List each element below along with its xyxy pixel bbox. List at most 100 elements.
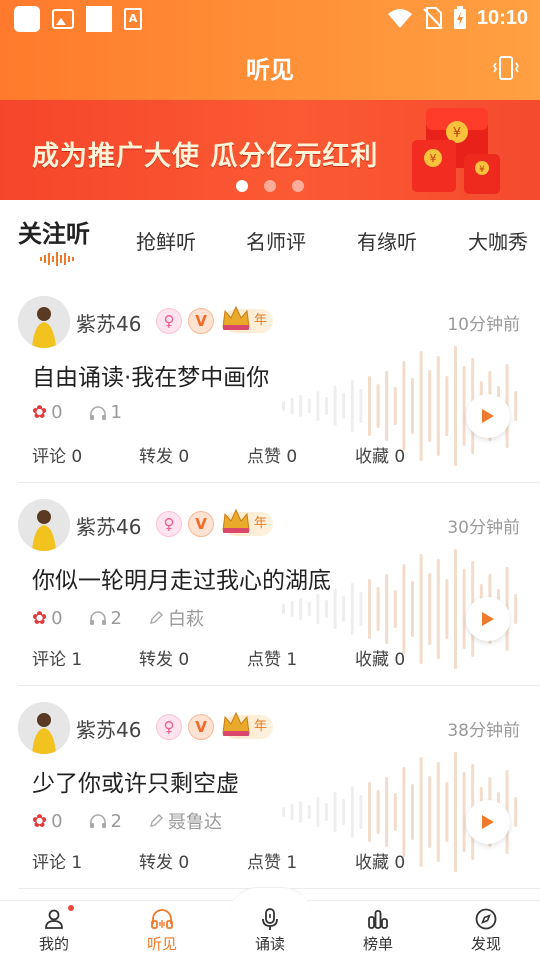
waveform-bar xyxy=(462,772,466,852)
waveform-bar xyxy=(514,797,518,827)
favorite-button[interactable]: 收藏 0 xyxy=(355,848,405,873)
play-button[interactable] xyxy=(466,597,510,641)
waveform-bar xyxy=(299,801,303,823)
waveform-bar xyxy=(462,366,466,446)
nav-mine[interactable]: 我的 xyxy=(0,901,108,960)
waveform-bar xyxy=(514,391,518,421)
comment-button[interactable]: 评论 1 xyxy=(32,848,82,873)
compass-icon xyxy=(475,908,497,930)
verified-icon: V xyxy=(188,511,214,537)
waveform-bar xyxy=(368,376,371,436)
store-notification-icon: A xyxy=(124,8,142,30)
waveform-bar xyxy=(325,600,328,618)
favorite-button[interactable]: 收藏 0 xyxy=(355,645,405,670)
waveform-bar xyxy=(290,804,294,820)
play-icon xyxy=(482,612,494,626)
play-button[interactable] xyxy=(466,800,510,844)
pagination-dot[interactable] xyxy=(264,180,276,192)
waveform-bar xyxy=(436,356,440,456)
share-button[interactable]: 转发 0 xyxy=(139,645,189,670)
bottom-navigation: 我的 听见 诵读 榜单 发现 xyxy=(0,887,540,960)
play-icon xyxy=(482,409,494,423)
banner-text: 成为推广大使 瓜分亿元红利 xyxy=(32,141,379,172)
reviewer[interactable]: 聂鲁达 xyxy=(148,808,222,834)
pagination-dot[interactable] xyxy=(236,180,248,192)
feed-card[interactable]: 紫苏46 ♀ V 年 10分钟前 自由诵读·我在梦中画你 ✿ 0 1 评论 0 转… xyxy=(18,280,540,483)
waveform-bar xyxy=(299,598,303,620)
username[interactable]: 紫苏46 xyxy=(76,308,141,337)
nav-ranking[interactable]: 榜单 xyxy=(324,901,432,960)
notification-square-icon xyxy=(86,6,112,32)
comment-button[interactable]: 评论 1 xyxy=(32,645,82,670)
post-title[interactable]: 自由诵读·我在梦中画你 xyxy=(32,358,269,392)
waveform-bar xyxy=(359,389,363,423)
comment-button[interactable]: 评论 0 xyxy=(32,442,82,467)
avatar[interactable] xyxy=(18,702,70,754)
battery-charging-icon xyxy=(453,6,466,29)
tab-teacher-review[interactable]: 名师评 xyxy=(246,226,306,255)
waveform-bar xyxy=(333,386,337,426)
annual-member-badge: 年 xyxy=(222,711,274,739)
waveform-bar xyxy=(282,401,285,411)
waveform-bar xyxy=(342,799,346,825)
verified-icon: V xyxy=(188,714,214,740)
avatar[interactable] xyxy=(18,296,70,348)
waveform-bar xyxy=(376,587,380,631)
share-button[interactable]: 转发 0 xyxy=(139,848,189,873)
post-title[interactable]: 少了你或许只剩空虚 xyxy=(32,764,239,798)
waveform-bar xyxy=(402,767,406,857)
waveform-bar xyxy=(359,795,363,829)
favorite-button[interactable]: 收藏 0 xyxy=(355,442,405,467)
username[interactable]: 紫苏46 xyxy=(76,511,141,540)
nav-recite[interactable]: 诵读 xyxy=(216,901,324,960)
waveform-bar xyxy=(402,564,406,654)
play-button[interactable] xyxy=(466,394,510,438)
clock: 10:10 xyxy=(476,6,528,29)
feed-card[interactable]: 紫苏46 ♀ V 年 38分钟前 少了你或许只剩空虚 ✿ 0 2 聂鲁达 评论 1… xyxy=(18,686,540,889)
like-button[interactable]: 点赞 1 xyxy=(247,645,297,670)
feed-card[interactable]: 紫苏46 ♀ V 年 30分钟前 你似一轮明月走过我心的湖底 ✿ 0 2 白萩 评… xyxy=(18,483,540,686)
nav-listen[interactable]: 听见 xyxy=(108,901,216,960)
waveform-bar xyxy=(325,803,328,821)
tab-fresh[interactable]: 抢鲜听 xyxy=(136,226,196,255)
like-button[interactable]: 点赞 1 xyxy=(247,848,297,873)
avatar[interactable] xyxy=(18,499,70,551)
waveform-bar xyxy=(402,361,406,451)
flower-count: ✿ 0 xyxy=(32,402,63,423)
post-title[interactable]: 你似一轮明月走过我心的湖底 xyxy=(32,561,331,595)
waveform-bar xyxy=(342,596,346,622)
tab-stars[interactable]: 大咖秀 xyxy=(468,226,528,255)
username[interactable]: 紫苏46 xyxy=(76,714,141,743)
promo-banner[interactable]: 成为推广大使 瓜分亿元红利 ¥ ¥ ¥ xyxy=(0,100,540,200)
listen-count: 2 xyxy=(89,608,122,629)
waveform-bar xyxy=(376,384,380,428)
waveform-bar xyxy=(393,387,397,425)
vibrate-icon[interactable] xyxy=(492,54,520,82)
person-icon xyxy=(45,909,63,929)
waveform-bar xyxy=(445,782,449,842)
waveform-bar xyxy=(385,777,389,847)
tab-fate[interactable]: 有缘听 xyxy=(357,226,417,255)
waveform-bar xyxy=(282,807,285,817)
female-icon: ♀ xyxy=(156,308,182,334)
category-tabs: 关注听 抢鲜听 名师评 有缘听 大咖秀 xyxy=(0,200,540,278)
waveform-bar xyxy=(368,579,371,639)
waveform-bar xyxy=(385,574,389,644)
flower-count: ✿ 0 xyxy=(32,810,63,832)
waveform-bar xyxy=(316,391,320,421)
waveform-bar xyxy=(454,549,457,669)
svg-text:¥: ¥ xyxy=(453,126,461,141)
like-button[interactable]: 点赞 0 xyxy=(247,442,297,467)
nav-discover[interactable]: 发现 xyxy=(432,901,540,960)
headphones-icon xyxy=(151,909,173,929)
waveform-bar xyxy=(299,395,303,417)
waveform-bar xyxy=(454,752,457,872)
share-button[interactable]: 转发 0 xyxy=(139,442,189,467)
tab-follow[interactable]: 关注听 xyxy=(18,214,90,249)
reviewer[interactable]: 白萩 xyxy=(148,605,204,631)
post-time: 10分钟前 xyxy=(447,315,520,335)
pagination-dot[interactable] xyxy=(292,180,304,192)
waveform-bar xyxy=(316,797,320,827)
waveform-bar xyxy=(411,581,414,637)
waveform-bar xyxy=(333,589,337,629)
